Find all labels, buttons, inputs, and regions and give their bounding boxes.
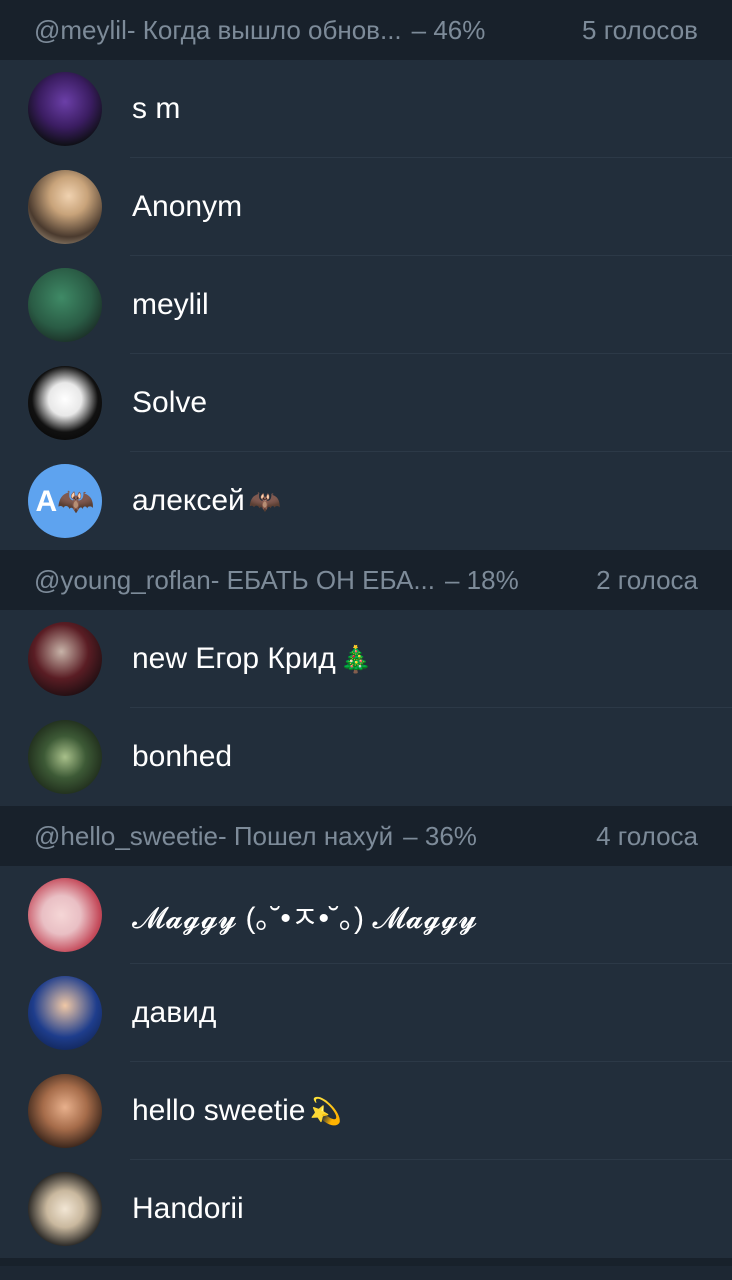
- voter-name: s m: [132, 92, 181, 125]
- dizzy-emoji-icon: 💫: [309, 1095, 342, 1126]
- poll-option-vote-count: 5 голосов: [582, 14, 698, 45]
- avatar: [28, 976, 102, 1050]
- poll-option-text: @hello_sweetie- Пошел нахуй: [34, 820, 394, 851]
- voter-name: hello sweetie: [132, 1094, 306, 1127]
- bottom-divider: [0, 1258, 732, 1266]
- avatar: [28, 622, 102, 696]
- voter-row[interactable]: Handorii: [0, 1160, 732, 1258]
- voter-row[interactable]: s m: [0, 60, 732, 158]
- voter-row[interactable]: давид: [0, 964, 732, 1062]
- poll-option-header: @meylil- Когда вышло обнов... – 46% 5 го…: [0, 0, 732, 60]
- voter-name: алексей: [132, 484, 245, 517]
- voter-name: давид: [132, 996, 217, 1029]
- voter-row[interactable]: new Егор Крид 🎄: [0, 610, 732, 708]
- bat-emoji-icon: 🦇: [248, 485, 282, 516]
- voter-name: new Егор Крид: [132, 642, 336, 675]
- voter-row[interactable]: Solve: [0, 354, 732, 452]
- voter-row[interactable]: hello sweetie 💫: [0, 1062, 732, 1160]
- voter-list: s m Anonym meylil Solve А🦇 алексей 🦇: [0, 60, 732, 550]
- poll-option-text: @young_roflan- ЕБАТЬ ОН ЕБА...: [34, 564, 435, 595]
- voter-name: Anonym: [132, 190, 243, 223]
- avatar: [28, 1172, 102, 1246]
- avatar: [28, 366, 102, 440]
- avatar: [28, 268, 102, 342]
- avatar: [28, 720, 102, 794]
- voter-row[interactable]: bonhed: [0, 708, 732, 806]
- avatar: [28, 72, 102, 146]
- voter-list: new Егор Крид 🎄 bonhed: [0, 610, 732, 806]
- voter-name: Solve: [132, 386, 208, 419]
- poll-option-percent: – 46%: [411, 14, 486, 45]
- avatar: [28, 170, 102, 244]
- christmas-tree-emoji-icon: 🎄: [339, 643, 373, 674]
- voter-name: bonhed: [132, 740, 233, 773]
- avatar: А🦇: [28, 464, 102, 538]
- avatar: [28, 1074, 102, 1148]
- poll-option-vote-count: 2 голоса: [596, 564, 698, 595]
- voter-name: meylil: [132, 288, 209, 321]
- voter-name: Handorii: [132, 1192, 244, 1225]
- poll-option-header: @young_roflan- ЕБАТЬ ОН ЕБА... – 18% 2 г…: [0, 550, 732, 610]
- avatar-initials: А🦇: [35, 484, 95, 518]
- voter-row[interactable]: А🦇 алексей 🦇: [0, 452, 732, 550]
- voter-row[interactable]: meylil: [0, 256, 732, 354]
- poll-option-percent: – 18%: [445, 564, 519, 595]
- voter-row[interactable]: Anonym: [0, 158, 732, 256]
- poll-option-header: @hello_sweetie- Пошел нахуй – 36% 4 голо…: [0, 806, 732, 866]
- poll-option-text: @meylil- Когда вышло обнов...: [34, 14, 402, 45]
- poll-option-vote-count: 4 голоса: [596, 820, 698, 851]
- voter-name: 𝓜𝓪𝓰𝓰𝔂 (｡˘•ㅈ•˘｡) 𝓜𝓪𝓰𝓰𝔂: [132, 902, 478, 935]
- avatar: [28, 878, 102, 952]
- poll-option-percent: – 36%: [403, 820, 477, 851]
- voter-list: 𝓜𝓪𝓰𝓰𝔂 (｡˘•ㅈ•˘｡) 𝓜𝓪𝓰𝓰𝔂 давид hello sweeti…: [0, 866, 732, 1258]
- voter-row[interactable]: 𝓜𝓪𝓰𝓰𝔂 (｡˘•ㅈ•˘｡) 𝓜𝓪𝓰𝓰𝔂: [0, 866, 732, 964]
